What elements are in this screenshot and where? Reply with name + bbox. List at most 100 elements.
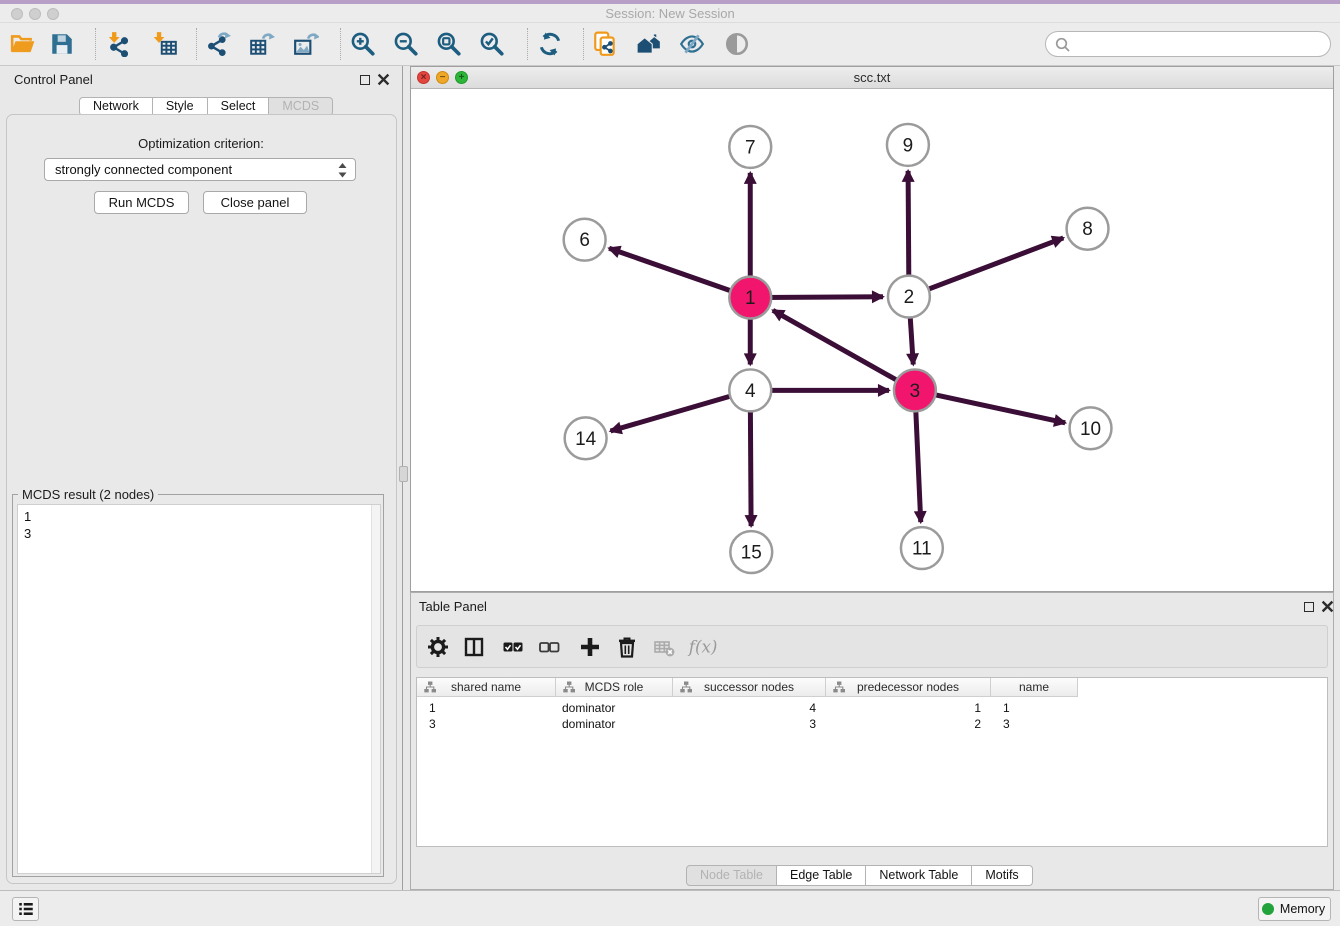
network-canvas[interactable]: 7 9 6 8 1 2 4 3 14 10 15 11 <box>411 89 1333 591</box>
graph-node-7[interactable]: 7 <box>729 126 771 168</box>
delete-column-button[interactable] <box>612 632 642 662</box>
hierarchy-icon <box>424 681 436 693</box>
tab-motifs[interactable]: Motifs <box>972 865 1032 886</box>
fx-icon: f(x) <box>687 635 717 659</box>
export-image-button[interactable] <box>288 26 324 62</box>
tab-network-table[interactable]: Network Table <box>866 865 972 886</box>
optimization-criterion-select[interactable]: strongly connected component <box>44 158 356 181</box>
mcds-result-box[interactable]: 1 3 <box>17 504 381 874</box>
graph-node-label: 3 <box>910 381 921 402</box>
zoom-selected-button[interactable] <box>474 26 510 62</box>
cell-predecessor-nodes[interactable]: 1 <box>826 700 991 716</box>
cell-mcds-role[interactable]: dominator <box>556 716 673 732</box>
close-panel-button[interactable]: Close panel <box>203 191 307 214</box>
column-header-successor-nodes[interactable]: successor nodes <box>673 678 826 697</box>
graph-node-11[interactable]: 11 <box>901 527 943 569</box>
graph-edge-3-1[interactable] <box>773 310 915 390</box>
open-session-button[interactable] <box>5 26 41 62</box>
destroy-table-button[interactable] <box>649 632 679 662</box>
graph-node-10[interactable]: 10 <box>1070 407 1112 449</box>
export-network-button[interactable] <box>201 26 237 62</box>
control-panel-float-icon[interactable] <box>360 75 370 85</box>
apply-layout-button[interactable] <box>532 26 568 62</box>
contrast-circle-icon <box>724 31 750 57</box>
import-table-button[interactable] <box>147 26 183 62</box>
search-field[interactable] <box>1045 31 1331 57</box>
graph-node-4[interactable]: 4 <box>729 369 771 411</box>
cell-successor-nodes[interactable]: 3 <box>673 716 826 732</box>
cell-name[interactable]: 1 <box>991 700 1078 716</box>
cell-shared-name[interactable]: 3 <box>417 716 556 732</box>
hide-graphics-details-button[interactable] <box>674 26 710 62</box>
graph-node-9[interactable]: 9 <box>887 124 929 166</box>
graph-node-label: 2 <box>904 287 915 308</box>
show-graphics-details-button[interactable] <box>719 26 755 62</box>
graph-edge-1-6[interactable] <box>609 248 750 297</box>
graph-node-6[interactable]: 6 <box>564 219 606 261</box>
create-column-button[interactable] <box>575 632 605 662</box>
optimization-criterion-value: strongly connected component <box>55 162 232 177</box>
graph-node-15[interactable]: 15 <box>730 531 772 573</box>
graph-node-1[interactable]: 1 <box>729 277 771 319</box>
control-panel-title: Control Panel <box>14 72 93 87</box>
show-column-button[interactable] <box>459 632 489 662</box>
cell-mcds-role[interactable]: dominator <box>556 700 673 716</box>
control-panel-close-icon[interactable] <box>377 73 390 86</box>
node-table: shared name MCDS role successor nodes pr… <box>416 677 1328 847</box>
function-builder-button[interactable]: f(x) <box>687 632 717 662</box>
task-history-button[interactable] <box>12 897 39 921</box>
zoom-out-icon <box>393 31 419 57</box>
graph-node-14[interactable]: 14 <box>565 417 607 459</box>
save-session-button[interactable] <box>44 26 80 62</box>
search-input[interactable] <box>1076 34 1330 54</box>
table-panel-close-icon[interactable] <box>1321 600 1334 613</box>
tab-edge-table[interactable]: Edge Table <box>777 865 866 886</box>
table-toolbar: f(x) <box>416 625 1328 668</box>
column-header-shared-name[interactable]: shared name <box>417 678 556 697</box>
export-table-icon <box>249 31 275 57</box>
zoom-out-button[interactable] <box>388 26 424 62</box>
cell-name[interactable]: 3 <box>991 716 1078 732</box>
column-header-predecessor-nodes[interactable]: predecessor nodes <box>826 678 991 697</box>
zoom-in-button[interactable] <box>345 26 381 62</box>
graph-node-label: 9 <box>903 135 914 156</box>
run-mcds-button[interactable]: Run MCDS <box>94 191 189 214</box>
mcds-result-group: MCDS result (2 nodes) 1 3 <box>12 494 384 877</box>
graph-edge-3-10[interactable] <box>915 390 1065 422</box>
zoom-fit-button[interactable] <box>431 26 467 62</box>
save-floppy-icon <box>49 31 75 57</box>
network-window-title: scc.txt <box>411 70 1333 85</box>
network-window-titlebar[interactable]: × − + scc.txt <box>411 67 1333 89</box>
vertical-splitter-handle[interactable] <box>399 466 408 482</box>
cell-successor-nodes[interactable]: 4 <box>673 700 826 716</box>
network-graph: 7 9 6 8 1 2 4 3 14 10 15 11 <box>411 89 1333 591</box>
deselect-all-icon <box>537 635 561 659</box>
graph-node-8[interactable]: 8 <box>1067 208 1109 250</box>
column-header-name[interactable]: name <box>991 678 1078 697</box>
duplicate-network-button[interactable] <box>587 26 623 62</box>
table-row[interactable]: 3 dominator 3 2 3 <box>417 716 1078 732</box>
tab-node-table[interactable]: Node Table <box>686 865 777 886</box>
cell-predecessor-nodes[interactable]: 2 <box>826 716 991 732</box>
column-header-mcds-role[interactable]: MCDS role <box>556 678 673 697</box>
network-overview-button[interactable] <box>631 26 667 62</box>
memory-button[interactable]: Memory <box>1258 897 1331 921</box>
select-arrows-icon <box>337 162 348 179</box>
svg-text:f(x): f(x) <box>687 636 717 656</box>
mcds-result-title: MCDS result (2 nodes) <box>18 487 158 502</box>
table-row[interactable]: 1 dominator 4 1 1 <box>417 700 1078 716</box>
graph-edge-2-8[interactable] <box>909 238 1063 297</box>
table-settings-button[interactable] <box>423 632 453 662</box>
select-all-button[interactable] <box>498 632 528 662</box>
export-image-icon <box>293 31 319 57</box>
graph-node-3[interactable]: 3 <box>894 369 936 411</box>
cell-shared-name[interactable]: 1 <box>417 700 556 716</box>
graph-node-2[interactable]: 2 <box>888 276 930 318</box>
export-table-button[interactable] <box>244 26 280 62</box>
deselect-all-button[interactable] <box>534 632 564 662</box>
result-scrollbar[interactable] <box>371 505 380 873</box>
import-network-icon <box>105 31 131 57</box>
import-network-button[interactable] <box>100 26 136 62</box>
table-panel-float-icon[interactable] <box>1304 602 1314 612</box>
refresh-icon <box>537 31 563 57</box>
